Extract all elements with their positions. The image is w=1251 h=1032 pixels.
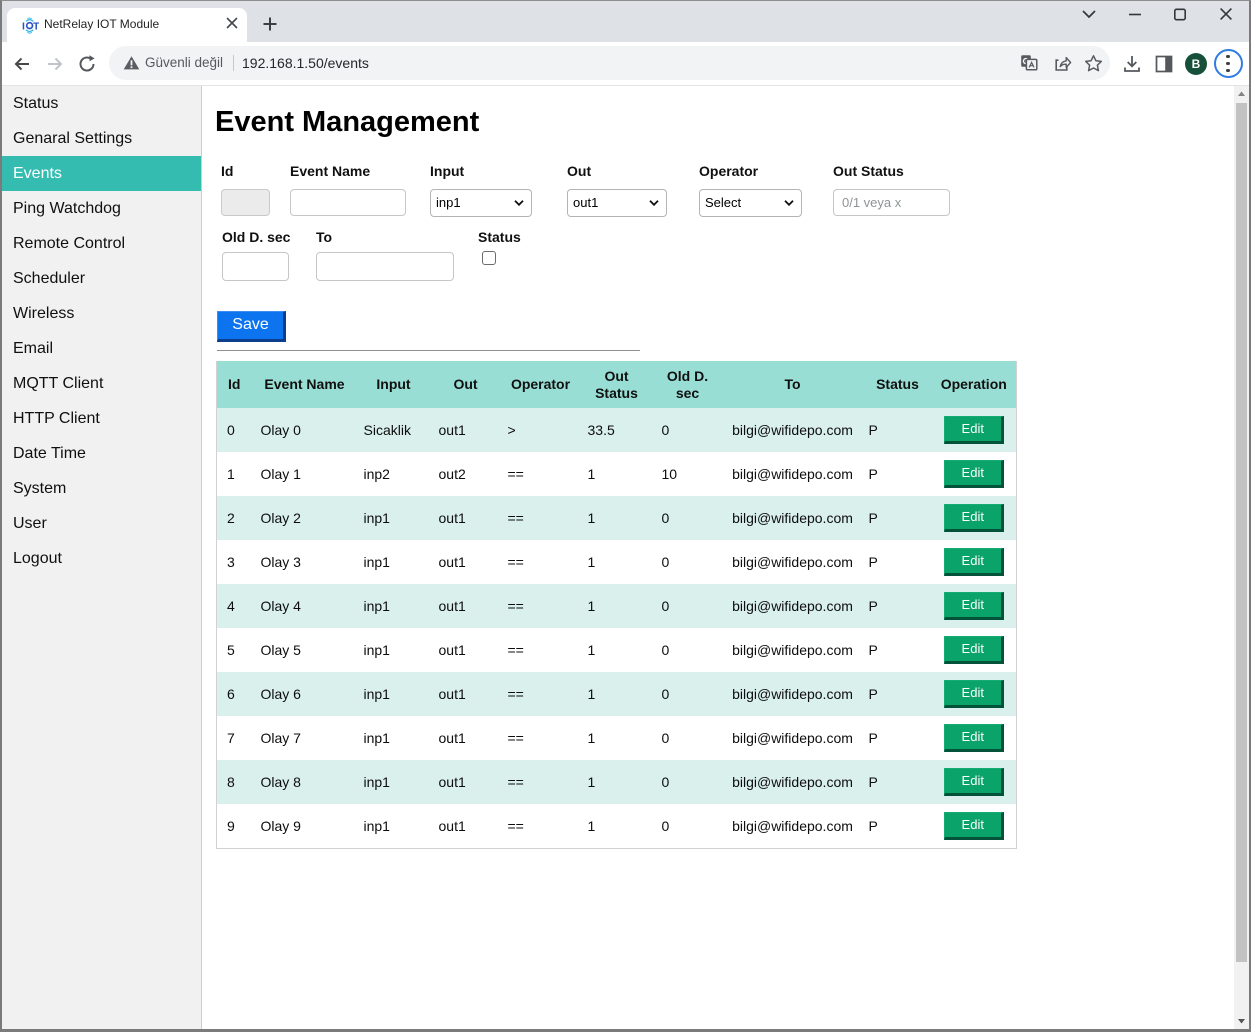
- svg-text:I: I: [22, 21, 25, 33]
- svg-text:T: T: [33, 21, 39, 33]
